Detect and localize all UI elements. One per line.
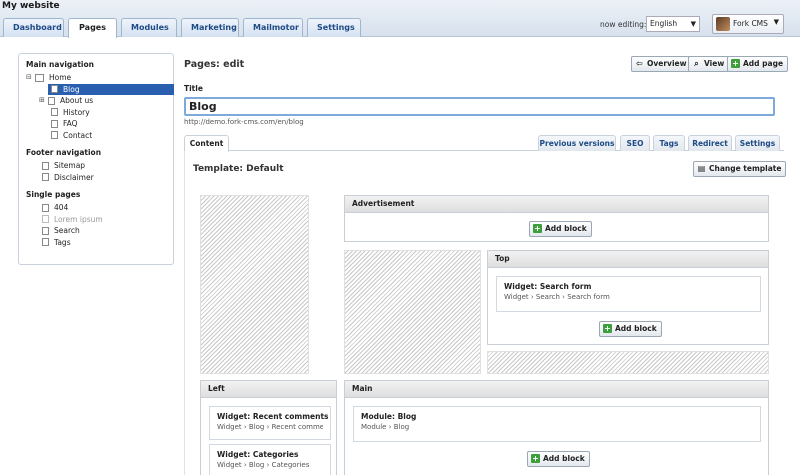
magnifier-icon: ⌕ — [694, 59, 699, 68]
page-icon — [51, 85, 58, 94]
page-icon — [42, 226, 49, 235]
tree-item-sitemap[interactable]: Sitemap — [39, 160, 173, 172]
add-block-button[interactable]: + Add block — [529, 221, 592, 237]
block-title: Main — [345, 381, 768, 398]
language-select[interactable]: English ▼ — [646, 16, 700, 32]
tab-marketing[interactable]: Marketing — [181, 18, 239, 37]
main-navigation-heading: Main navigation — [26, 60, 94, 69]
tree-item-contact[interactable]: Contact — [48, 130, 173, 142]
block-left: Left Widget: Recent comments Widget › Bl… — [200, 380, 337, 475]
avatar — [716, 17, 730, 31]
tab-settings-content[interactable]: Settings — [735, 135, 780, 151]
plus-icon: + — [531, 454, 540, 463]
sitemap-icon — [42, 161, 49, 170]
title-input[interactable]: Blog — [184, 97, 775, 116]
page-icon — [48, 96, 55, 105]
widget-module-blog[interactable]: Module: Blog Module › Blog — [353, 406, 761, 442]
empty-position — [487, 351, 769, 374]
add-block-button[interactable]: + Add block — [527, 451, 590, 467]
editing-label: now editing: — [600, 20, 647, 29]
block-title: Advertisement — [345, 196, 768, 213]
tree-item-faq[interactable]: FAQ — [48, 118, 173, 130]
tab-mailmotor[interactable]: Mailmotor — [243, 18, 303, 37]
main-tabs: Dashboard Pages Modules Marketing Mailmo… — [3, 18, 361, 38]
page-icon — [42, 173, 49, 182]
tab-previous-versions[interactable]: Previous versions — [538, 135, 616, 151]
collapse-icon[interactable]: ⊟ — [26, 72, 35, 84]
tab-pages[interactable]: Pages — [68, 18, 117, 38]
empty-position — [200, 195, 309, 374]
tab-dashboard[interactable]: Dashboard — [3, 18, 64, 37]
top-bar: My website Dashboard Pages Modules Marke… — [0, 0, 800, 38]
site-title: My website — [2, 1, 60, 11]
tree-item-search[interactable]: Search — [39, 225, 173, 237]
tree-item-tags[interactable]: Tags — [39, 237, 173, 249]
tree-item-lorem-ipsum[interactable]: Lorem ipsum — [39, 214, 173, 226]
block-main: Main Module: Blog Module › Blog + Add blo… — [344, 380, 769, 475]
tree-item-disclaimer[interactable]: Disclaimer — [39, 172, 173, 184]
plus-icon: + — [603, 324, 612, 333]
tree-item-home[interactable]: ⊟ Home — [26, 72, 173, 84]
block-top: Top Widget: Search form Widget › Search … — [487, 250, 769, 345]
expand-icon[interactable]: ⊞ — [39, 95, 48, 107]
tab-seo[interactable]: SEO — [620, 135, 650, 151]
widget-recent-comments[interactable]: Widget: Recent comments Widget › Blog › … — [209, 406, 331, 440]
block-title: Top — [488, 251, 768, 268]
arrow-left-icon: ⇦ — [636, 59, 643, 68]
user-name: Fork CMS — [733, 19, 768, 28]
change-template-button[interactable]: ▤ Change template — [693, 161, 787, 177]
block-title: Left — [201, 381, 336, 398]
page-title: Pages: edit — [184, 59, 245, 70]
chevron-down-icon: ▼ — [773, 18, 779, 26]
page-url[interactable]: http://demo.fork-cms.com/en/blog — [184, 118, 304, 126]
page-icon — [42, 203, 49, 212]
folder-icon — [35, 73, 44, 82]
overview-button[interactable]: ⇦ Overview — [631, 56, 692, 72]
page-tree: Main navigation ⊟ Home Blog ⊞ About us H… — [18, 53, 174, 265]
widget-categories[interactable]: Widget: Categories Widget › Blog › Categ… — [209, 444, 331, 475]
tree-item-404[interactable]: 404 — [39, 202, 173, 214]
language-value: English — [650, 19, 678, 28]
page-icon — [42, 215, 49, 224]
user-menu[interactable]: Fork CMS ▼ — [712, 14, 784, 34]
plus-icon: + — [533, 224, 542, 233]
page-icon — [51, 108, 58, 117]
content-panel: Template: Default ▤ Change template Adver… — [184, 151, 787, 475]
empty-position — [344, 250, 481, 374]
add-block-button[interactable]: + Add block — [599, 321, 662, 337]
tab-modules[interactable]: Modules — [121, 18, 177, 37]
single-pages-heading: Single pages — [26, 190, 81, 199]
tab-content[interactable]: Content — [184, 135, 229, 152]
tab-redirect[interactable]: Redirect — [688, 135, 732, 151]
content-tabs: Content Previous versions SEO Tags Redir… — [184, 135, 784, 152]
add-page-button[interactable]: + Add page — [727, 56, 789, 72]
title-label: Title — [184, 84, 203, 93]
page-icon — [42, 238, 49, 247]
tab-tags[interactable]: Tags — [653, 135, 685, 151]
widget-search-form[interactable]: Widget: Search form Widget › Search › Se… — [496, 276, 761, 312]
plus-icon: + — [731, 59, 740, 68]
block-advertisement: Advertisement + Add block — [344, 195, 769, 242]
tree-item-history[interactable]: History — [48, 107, 173, 119]
footer-navigation-heading: Footer navigation — [26, 148, 102, 157]
tree-item-about-us[interactable]: ⊞ About us — [39, 95, 173, 107]
page-icon — [51, 131, 58, 140]
chevron-down-icon: ▼ — [690, 20, 696, 28]
tab-settings[interactable]: Settings — [307, 18, 361, 37]
page-icon — [51, 119, 58, 128]
tree-item-blog[interactable]: Blog — [48, 83, 174, 95]
template-icon: ▤ — [697, 164, 706, 173]
view-button[interactable]: ⌕ View — [688, 56, 730, 72]
template-title: Template: Default — [193, 164, 284, 174]
